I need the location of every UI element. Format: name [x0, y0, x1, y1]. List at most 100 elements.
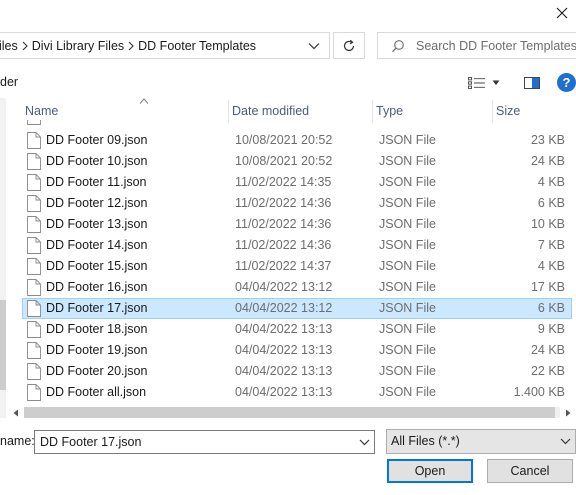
caret-down-icon	[492, 80, 500, 85]
scroll-thumb[interactable]	[24, 407, 555, 418]
file-name: DD Footer 16.json	[46, 280, 148, 294]
refresh-icon	[343, 39, 355, 51]
file-type: JSON File	[379, 385, 436, 399]
file-date: 11/02/2022 14:37	[235, 259, 332, 273]
file-row[interactable]: DD Footer 18.json 04/04/2022 13:13 JSON …	[22, 319, 572, 340]
file-name-label: name:	[0, 434, 35, 448]
file-date: 11/02/2022 14:35	[235, 175, 332, 189]
file-type: JSON File	[379, 259, 436, 273]
column-header-row: Name Date modified Type Size	[22, 98, 576, 123]
file-size: 4 KB	[537, 175, 565, 189]
file-date: 11/02/2022 14:36	[235, 238, 332, 252]
file-date: 04/04/2022 13:13	[235, 322, 333, 336]
file-icon	[27, 363, 41, 380]
cancel-button[interactable]: Cancel	[487, 459, 573, 483]
file-row[interactable]: DD Footer 12.json 11/02/2022 14:36 JSON …	[22, 193, 572, 214]
chevron-right-icon[interactable]	[124, 33, 138, 58]
file-icon	[27, 279, 41, 296]
file-size: 9 KB	[537, 322, 565, 336]
file-icon	[27, 321, 41, 338]
file-name: DD Footer 15.json	[46, 259, 148, 273]
search-icon	[390, 38, 406, 54]
file-row[interactable]: DD Footer 15.json 11/02/2022 14:37 JSON …	[22, 256, 572, 277]
file-size: 6 KB	[537, 196, 565, 210]
file-name: DD Footer 17.json	[46, 301, 148, 315]
column-header-date[interactable]: Date modified	[229, 100, 373, 123]
file-type-value: All Files (*.*)	[391, 434, 460, 448]
file-size: 7 KB	[537, 238, 565, 252]
close-icon[interactable]	[548, 2, 576, 24]
file-name: DD Footer 20.json	[46, 364, 148, 378]
file-icon	[27, 258, 41, 275]
file-type: JSON File	[379, 196, 436, 210]
file-type: JSON File	[379, 154, 436, 168]
file-name: DD Footer 19.json	[46, 343, 148, 357]
file-name: DD Footer all.json	[46, 385, 147, 399]
file-row[interactable]: DD Footer all.json 04/04/2022 13:13 JSON…	[22, 382, 572, 403]
sort-ascending-icon	[139, 94, 149, 104]
file-icon	[27, 174, 41, 191]
file-date: 04/04/2022 13:13	[235, 364, 333, 378]
file-type: JSON File	[379, 343, 436, 357]
scroll-left-icon[interactable]	[8, 404, 24, 421]
file-date: 11/02/2022 14:36	[235, 196, 332, 210]
file-row[interactable]: DD Footer 19.json 04/04/2022 13:13 JSON …	[22, 340, 572, 361]
file-name: DD Footer 13.json	[46, 217, 148, 231]
breadcrumb-item[interactable]: iles	[0, 39, 18, 53]
file-name: DD Footer 14.json	[46, 238, 148, 252]
file-size: 24 KB	[530, 343, 565, 357]
preview-pane-button[interactable]	[522, 74, 542, 92]
column-header-size[interactable]: Size	[493, 100, 576, 123]
file-type: JSON File	[379, 280, 436, 294]
open-button[interactable]: Open	[387, 459, 473, 483]
file-date: 11/02/2022 14:36	[235, 217, 332, 231]
chevron-right-icon[interactable]	[18, 33, 32, 58]
search-box[interactable]	[377, 32, 576, 59]
file-date: 04/04/2022 13:13	[235, 385, 333, 399]
breadcrumb-item[interactable]: DD Footer Templates	[138, 39, 256, 53]
scroll-right-icon[interactable]	[560, 404, 576, 421]
file-size: 22 KB	[530, 364, 565, 378]
file-type: JSON File	[379, 175, 436, 189]
file-size: 4 KB	[537, 259, 565, 273]
chevron-down-icon[interactable]	[557, 430, 573, 453]
file-size: 23 KB	[530, 133, 565, 147]
file-name: DD Footer 12.json	[46, 196, 148, 210]
address-bar[interactable]: iles Divi Library Files DD Footer Templa…	[0, 32, 330, 59]
file-type: JSON File	[379, 133, 436, 147]
file-row[interactable]: DD Footer 16.json 04/04/2022 13:12 JSON …	[22, 277, 572, 298]
column-header-type[interactable]: Type	[373, 100, 493, 123]
file-name: DD Footer 18.json	[46, 322, 148, 336]
file-type-select[interactable]: All Files (*.*)	[386, 429, 576, 454]
file-row[interactable]: DD Footer 09.json 10/08/2021 20:52 JSON …	[22, 130, 572, 151]
help-button[interactable]: ?	[557, 73, 576, 92]
file-row[interactable]: DD Footer 10.json 10/08/2021 20:52 JSON …	[22, 151, 572, 172]
column-header-name[interactable]: Name	[22, 100, 229, 123]
file-icon	[27, 342, 41, 359]
horizontal-scrollbar[interactable]	[8, 404, 576, 421]
file-size: 24 KB	[530, 154, 565, 168]
file-name-input[interactable]	[40, 431, 350, 453]
navigation-pane-scroll-thumb[interactable]	[0, 300, 6, 390]
file-type: JSON File	[379, 217, 436, 231]
file-name-combobox[interactable]	[34, 430, 375, 454]
search-input[interactable]	[416, 33, 576, 58]
new-folder-button[interactable]: der	[0, 75, 18, 89]
file-icon	[27, 195, 41, 212]
view-options-button[interactable]	[468, 74, 506, 92]
file-row-selected[interactable]: DD Footer 17.json 04/04/2022 13:12 JSON …	[22, 298, 572, 319]
file-date: 10/08/2021 20:52	[235, 133, 333, 147]
file-icon	[27, 384, 41, 401]
file-row[interactable]: DD Footer 14.json 11/02/2022 14:36 JSON …	[22, 235, 572, 256]
file-row[interactable]: DD Footer 13.json 11/02/2022 14:36 JSON …	[22, 214, 572, 235]
chevron-down-icon[interactable]	[300, 33, 328, 58]
file-type: JSON File	[379, 322, 436, 336]
refresh-button[interactable]	[333, 32, 365, 59]
details-view-icon	[468, 77, 485, 89]
file-type: JSON File	[379, 301, 436, 315]
file-row[interactable]: DD Footer 11.json 11/02/2022 14:35 JSON …	[22, 172, 572, 193]
file-icon	[27, 120, 41, 125]
chevron-down-icon[interactable]	[353, 431, 375, 453]
breadcrumb-item[interactable]: Divi Library Files	[32, 39, 124, 53]
file-row[interactable]: DD Footer 20.json 04/04/2022 13:13 JSON …	[22, 361, 572, 382]
